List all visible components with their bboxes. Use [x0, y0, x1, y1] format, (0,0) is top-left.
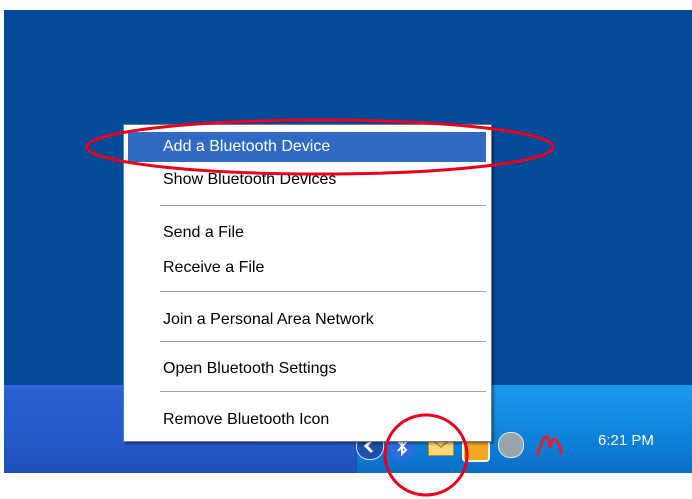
menu-item-show-bluetooth-devices[interactable]: Show Bluetooth Devices — [128, 165, 486, 195]
menu-item-open-bluetooth-settings[interactable]: Open Bluetooth Settings — [128, 354, 486, 384]
bluetooth-context-menu: Add a Bluetooth Device Show Bluetooth De… — [123, 124, 492, 442]
menu-separator — [160, 391, 486, 392]
menu-item-add-bluetooth-device[interactable]: Add a Bluetooth Device — [128, 132, 486, 162]
clock[interactable]: 6:21 PM — [598, 432, 654, 449]
menu-item-send-a-file[interactable]: Send a File — [128, 218, 486, 248]
menu-separator — [160, 291, 486, 292]
menu-separator — [160, 205, 486, 206]
speaker-icon[interactable] — [498, 432, 524, 458]
menu-item-receive-a-file[interactable]: Receive a File — [128, 253, 486, 283]
acrobat-icon[interactable] — [534, 428, 564, 458]
menu-item-remove-bluetooth-icon[interactable]: Remove Bluetooth Icon — [128, 405, 486, 435]
menu-item-join-personal-area-network[interactable]: Join a Personal Area Network — [128, 305, 486, 335]
menu-separator — [160, 341, 486, 342]
